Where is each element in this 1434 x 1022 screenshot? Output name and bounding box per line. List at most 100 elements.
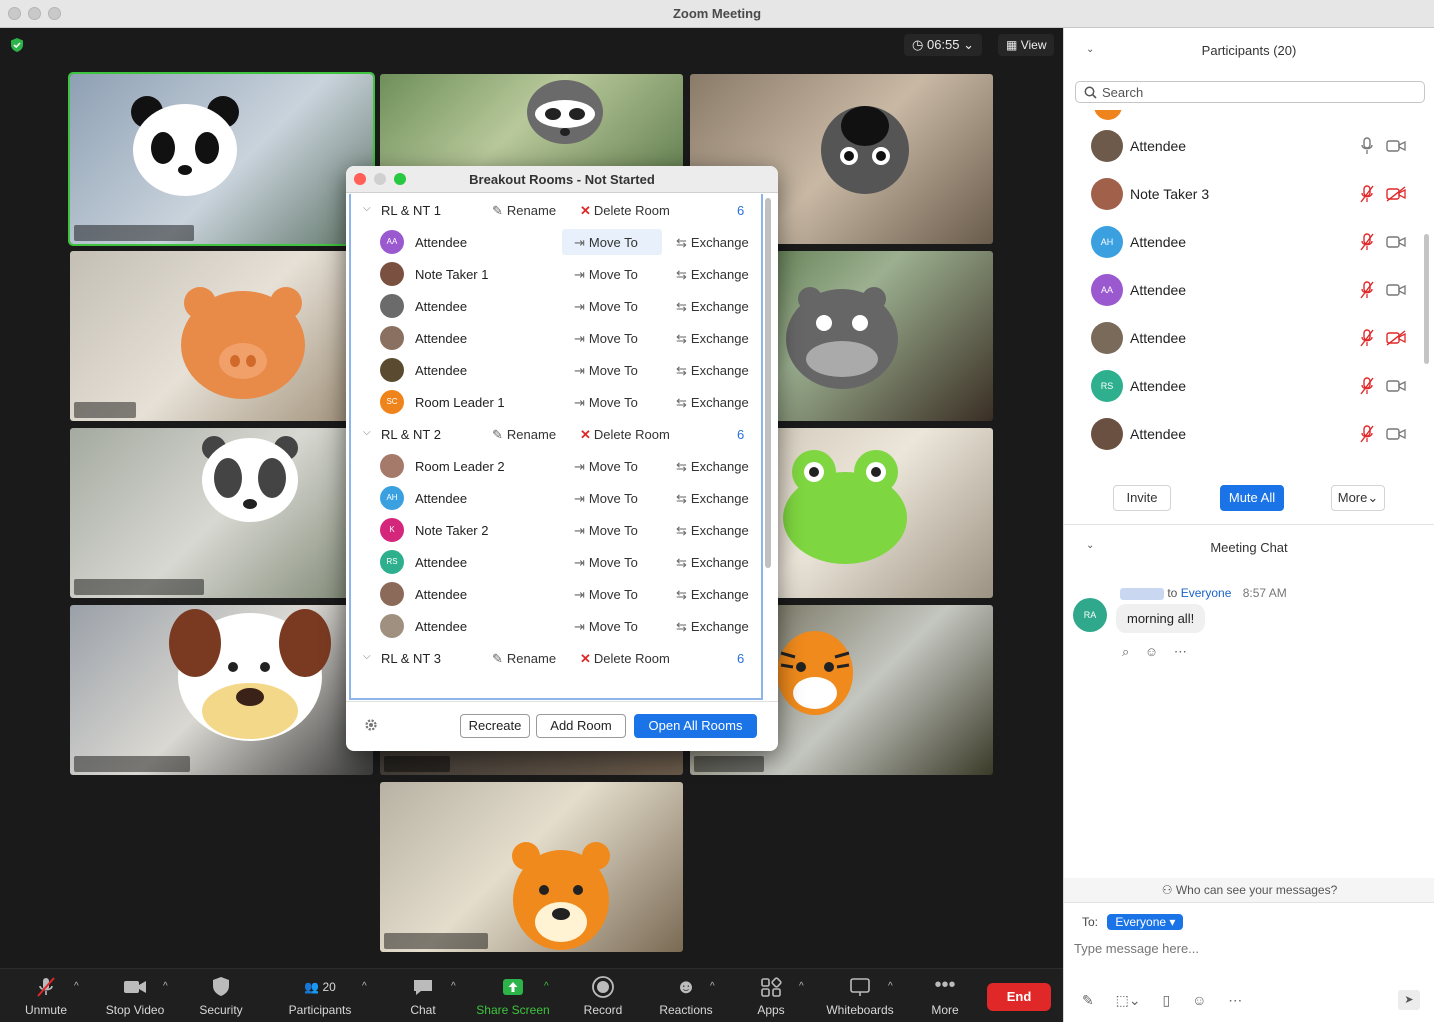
breakout-room-header[interactable]: ⌵ RL & NT 3 ✎ Rename ✕ Delete Room 6 xyxy=(351,642,761,674)
move-to-button[interactable]: ⇥ Move To xyxy=(562,453,662,479)
video-tile[interactable] xyxy=(70,605,373,775)
breakout-room-header[interactable]: ⌵ RL & NT 1 ✎ Rename ✕ Delete Room 6 xyxy=(351,194,761,226)
rename-room-button[interactable]: ✎ Rename xyxy=(492,203,556,219)
send-icon[interactable]: ➤ xyxy=(1398,990,1420,1010)
delete-room-button[interactable]: ✕ Delete Room xyxy=(580,651,670,667)
view-button[interactable]: ▦ View xyxy=(998,34,1055,56)
move-to-button[interactable]: ⇥ Move To xyxy=(562,293,662,319)
chat-recipient[interactable]: Everyone xyxy=(1181,586,1232,600)
video-camera-icon[interactable] xyxy=(1386,234,1406,250)
move-to-button[interactable]: ⇥ Move To xyxy=(562,357,662,383)
participants-options-caret-icon[interactable]: ^ xyxy=(362,981,367,992)
move-to-button[interactable]: ⇥ Move To xyxy=(562,613,662,639)
exchange-button[interactable]: ⇆ Exchange xyxy=(676,235,749,251)
exchange-button[interactable]: ⇆ Exchange xyxy=(676,331,749,347)
list-item[interactable]: AH Attendee xyxy=(1064,218,1434,266)
record-button[interactable]: Record xyxy=(580,975,626,1017)
screenshot-icon[interactable]: ⬚⌄ xyxy=(1116,992,1141,1008)
share-options-caret-icon[interactable]: ^ xyxy=(544,981,549,992)
recreate-button[interactable]: Recreate xyxy=(460,714,530,738)
participants-list[interactable]: Attendee Note Taker 3 AH Attendee AA Attendee… xyxy=(1064,110,1434,472)
participants-button[interactable]: 👥 20 Participants xyxy=(284,975,356,1017)
chat-recipient-dropdown[interactable]: Everyone ▾ xyxy=(1107,914,1184,930)
video-tile[interactable] xyxy=(380,782,683,952)
move-to-button[interactable]: ⇥ Move To xyxy=(562,517,662,543)
move-to-button[interactable]: ⇥ Move To xyxy=(562,325,662,351)
video-camera-icon[interactable] xyxy=(1386,282,1406,298)
more-button[interactable]: ••• More xyxy=(924,975,966,1017)
move-to-button[interactable]: ⇥ Move To xyxy=(562,581,662,607)
list-item[interactable]: AA Attendee xyxy=(1064,266,1434,314)
reply-icon[interactable]: ⌕ xyxy=(1122,644,1129,659)
move-to-button[interactable]: ⇥ Move To xyxy=(562,389,662,415)
apps-button[interactable]: Apps xyxy=(752,975,790,1017)
breakout-room-header[interactable]: ⌵ RL & NT 2 ✎ Rename ✕ Delete Room 6 xyxy=(351,418,761,450)
chat-button[interactable]: Chat xyxy=(402,975,444,1017)
list-item[interactable]: Attendee xyxy=(1064,122,1434,170)
participants-scrollbar[interactable] xyxy=(1424,234,1429,364)
more-options-button[interactable]: More⌄ xyxy=(1331,485,1385,511)
microphone-icon[interactable] xyxy=(1360,137,1374,155)
participants-search-field[interactable]: Search xyxy=(1075,81,1425,103)
video-camera-off-icon[interactable] xyxy=(1386,186,1406,202)
stop-video-button[interactable]: Stop Video xyxy=(100,975,170,1017)
move-to-button[interactable]: ⇥ Move To xyxy=(562,485,662,511)
video-camera-off-icon[interactable] xyxy=(1386,330,1406,346)
chevron-down-icon[interactable]: ⌵ xyxy=(363,427,371,438)
list-item[interactable]: Attendee xyxy=(1064,410,1434,458)
breakout-rooms-scrollbar[interactable] xyxy=(765,198,771,568)
meeting-timer[interactable]: ◷ 06:55 ⌄ xyxy=(904,34,983,56)
invite-button[interactable]: Invite xyxy=(1113,485,1171,511)
delete-room-button[interactable]: ✕ Delete Room xyxy=(580,427,670,443)
security-button[interactable]: Security xyxy=(194,975,248,1017)
exchange-button[interactable]: ⇆ Exchange xyxy=(676,363,749,379)
whiteboards-options-caret-icon[interactable]: ^ xyxy=(888,981,893,992)
chat-message-bubble[interactable]: morning all! xyxy=(1116,604,1206,633)
exchange-button[interactable]: ⇆ Exchange xyxy=(676,395,749,411)
emoji-icon[interactable]: ☺ xyxy=(1192,992,1206,1008)
end-meeting-button[interactable]: End xyxy=(987,983,1051,1011)
move-to-button[interactable]: ⇥ Move To xyxy=(562,261,662,287)
more-icon[interactable]: ⋯ xyxy=(1228,992,1242,1008)
video-tile[interactable] xyxy=(70,251,373,421)
reactions-button[interactable]: ☻ Reactions xyxy=(656,975,716,1017)
whiteboards-button[interactable]: Whiteboards xyxy=(822,975,898,1017)
exchange-button[interactable]: ⇆ Exchange xyxy=(676,299,749,315)
more-actions-icon[interactable]: ⋯ xyxy=(1174,644,1187,659)
microphone-muted-icon[interactable] xyxy=(1360,425,1374,443)
mute-all-button[interactable]: Mute All xyxy=(1220,485,1284,511)
exchange-button[interactable]: ⇆ Exchange xyxy=(676,491,749,507)
apps-options-caret-icon[interactable]: ^ xyxy=(799,981,804,992)
chat-options-caret-icon[interactable]: ^ xyxy=(451,981,456,992)
microphone-muted-icon[interactable] xyxy=(1360,281,1374,299)
microphone-muted-icon[interactable] xyxy=(1360,329,1374,347)
exchange-button[interactable]: ⇆ Exchange xyxy=(676,619,749,635)
video-tile[interactable] xyxy=(70,428,373,598)
list-item[interactable]: Attendee xyxy=(1064,314,1434,362)
move-to-button[interactable]: ⇥ Move To xyxy=(562,549,662,575)
video-camera-icon[interactable] xyxy=(1386,426,1406,442)
audio-options-caret-icon[interactable]: ^ xyxy=(74,981,79,992)
delete-room-button[interactable]: ✕ Delete Room xyxy=(580,203,670,219)
video-tile[interactable] xyxy=(68,72,375,246)
exchange-button[interactable]: ⇆ Exchange xyxy=(676,523,749,539)
video-options-caret-icon[interactable]: ^ xyxy=(163,981,168,992)
open-all-rooms-button[interactable]: Open All Rooms xyxy=(634,714,757,738)
breakout-rooms-list[interactable]: ⌵ RL & NT 1 ✎ Rename ✕ Delete Room 6 AA Attendee… xyxy=(349,194,763,700)
video-camera-icon[interactable] xyxy=(1386,378,1406,394)
format-text-icon[interactable]: ✎ xyxy=(1082,992,1094,1008)
move-to-button[interactable]: ⇥ Move To xyxy=(562,229,662,255)
add-reaction-icon[interactable]: ☺ xyxy=(1145,644,1158,659)
add-room-button[interactable]: Add Room xyxy=(536,714,626,738)
microphone-muted-icon[interactable] xyxy=(1360,377,1374,395)
microphone-muted-icon[interactable] xyxy=(1360,185,1374,203)
rename-room-button[interactable]: ✎ Rename xyxy=(492,427,556,443)
reactions-options-caret-icon[interactable]: ^ xyxy=(710,981,715,992)
unmute-button[interactable]: Unmute xyxy=(14,975,78,1017)
microphone-muted-icon[interactable] xyxy=(1360,233,1374,251)
encryption-shield-icon[interactable] xyxy=(10,38,24,52)
rename-room-button[interactable]: ✎ Rename xyxy=(492,651,556,667)
exchange-button[interactable]: ⇆ Exchange xyxy=(676,267,749,283)
share-screen-button[interactable]: Share Screen xyxy=(474,975,552,1017)
gear-icon[interactable] xyxy=(364,718,378,732)
